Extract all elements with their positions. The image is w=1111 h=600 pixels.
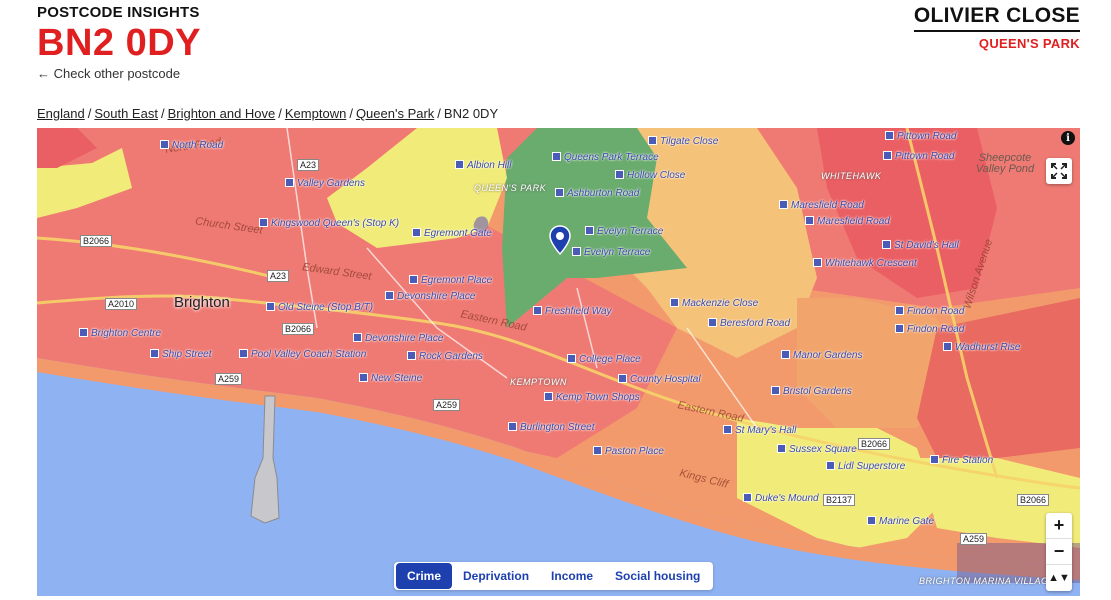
tab-deprivation[interactable]: Deprivation (452, 563, 540, 589)
bus-stop-findon-road-2[interactable]: Findon Road (895, 324, 964, 335)
bus-stop-fire-station[interactable]: Fire Station (930, 455, 993, 466)
road-label-a23-north: A23 (297, 159, 320, 171)
bus-stop-lidl-superstore[interactable]: Lidl Superstore (826, 461, 905, 472)
bus-stop-ashburton-road[interactable]: Ashburton Road (555, 188, 639, 199)
road-label-b2066-east: B2066 (858, 438, 891, 450)
info-icon[interactable]: i (1061, 131, 1075, 145)
road-label-b2137: B2137 (823, 494, 856, 506)
bus-stop-egremont-place[interactable]: Egremont Place (409, 275, 492, 286)
bus-stop-devonshire-place-2[interactable]: Devonshire Place (353, 333, 443, 344)
bus-stop-ship-street[interactable]: Ship Street (150, 349, 211, 360)
bus-stop-old-steine[interactable]: Old Steine (Stop B/T) (266, 302, 373, 313)
bus-stop-maresfield-road-1[interactable]: Maresfield Road (779, 200, 864, 211)
bus-stop-burlington-street[interactable]: Burlington Street (508, 422, 595, 433)
bus-stop-tilgate-close[interactable]: Tilgate Close (648, 136, 718, 147)
eyebrow-label: POSTCODE INSIGHTS (37, 4, 200, 21)
road-label-a259-centre: A259 (433, 399, 461, 411)
bus-stop-maresfield-road-2[interactable]: Maresfield Road (805, 216, 890, 227)
bus-stop-devonshire-place-1[interactable]: Devonshire Place (385, 291, 475, 302)
bus-stop-north-road[interactable]: North Road (160, 140, 223, 151)
bus-stop-mackenzie-close[interactable]: Mackenzie Close (670, 298, 758, 309)
road-label-b2066-far-east: B2066 (1017, 494, 1050, 506)
road-label-b2066-west: B2066 (80, 235, 113, 247)
bus-stop-marine-gate[interactable]: Marine Gate (867, 516, 934, 527)
bus-stop-valley-gardens[interactable]: Valley Gardens (285, 178, 365, 189)
bus-stop-rock-gardens[interactable]: Rock Gardens (407, 351, 483, 362)
header-left: POSTCODE INSIGHTS BN2 0DY ← Check other … (37, 4, 201, 83)
fullscreen-icon (1051, 163, 1067, 179)
breadcrumb-current: BN2 0DY (443, 106, 499, 121)
bus-stop-egremont-gate[interactable]: Egremont Gate (412, 228, 492, 239)
road-label-a259-east: A259 (960, 533, 988, 545)
bus-stop-findon-road-1[interactable]: Findon Road (895, 306, 964, 317)
zoom-controls: + − ▲▼ (1046, 513, 1072, 591)
bus-stop-manor-gardens[interactable]: Manor Gardens (781, 350, 862, 361)
zoom-out-button[interactable]: − (1046, 539, 1072, 565)
road-label-a259-west: A259 (215, 373, 243, 385)
breadcrumb-kemptown[interactable]: Kemptown (285, 106, 346, 121)
road-label-b2066-centre: B2066 (282, 323, 315, 335)
reset-north-button[interactable]: ▲▼ (1046, 565, 1072, 591)
road-label-a2010: A2010 (105, 298, 138, 310)
header-right: OLIVIER CLOSE QUEEN'S PARK (913, 4, 1080, 51)
bus-stop-college-place[interactable]: College Place (567, 354, 641, 365)
bus-stop-evelyn-terrace-2[interactable]: Evelyn Terrace (572, 247, 650, 258)
breadcrumb-brighton-and-hove[interactable]: Brighton and Hove (168, 106, 276, 121)
area-subtitle: QUEEN'S PARK (978, 36, 1080, 51)
road-label-a23-south: A23 (267, 270, 290, 282)
location-pin-icon[interactable] (549, 225, 571, 255)
bus-stop-albion-hill[interactable]: Albion Hill (455, 160, 511, 171)
tab-crime[interactable]: Crime (396, 563, 453, 589)
bus-stop-bristol-gardens[interactable]: Bristol Gardens (771, 386, 852, 397)
breadcrumb-south-east[interactable]: South East (94, 106, 158, 121)
place-label-whitehawk: WHITEHAWK (821, 171, 882, 181)
tab-income[interactable]: Income (540, 563, 604, 589)
bus-stop-pittown-road-south[interactable]: Pittown Road (883, 151, 954, 162)
crime-map[interactable]: Brighton QUEEN'S PARK WHITEHAWK KEMPTOWN… (37, 128, 1080, 596)
postcode-title: BN2 0DY (37, 22, 201, 64)
bus-stop-st-marys-hall[interactable]: St Mary's Hall (723, 425, 796, 436)
bus-stop-kingswood[interactable]: Kingswood Queen's (Stop K) (259, 218, 399, 229)
landmark-label-sheepcote: Sheepcote Valley Pond (975, 152, 1035, 175)
bus-stop-queens-park-terrace[interactable]: Queens Park Terrace (552, 152, 659, 163)
zoom-in-button[interactable]: + (1046, 513, 1072, 539)
street-title: OLIVIER CLOSE (913, 4, 1080, 32)
bus-stop-sussex-square[interactable]: Sussex Square (777, 444, 857, 455)
bus-stop-paston-place[interactable]: Paston Place (593, 446, 664, 457)
bus-stop-whitehawk-crescent[interactable]: Whitehawk Crescent (813, 258, 917, 269)
bus-stop-dukes-mound[interactable]: Duke's Mound (743, 493, 819, 504)
breadcrumb-queens-park[interactable]: Queen's Park (356, 106, 434, 121)
bus-stop-pool-valley[interactable]: Pool Valley Coach Station (239, 349, 366, 360)
bus-stop-beresford-road[interactable]: Beresford Road (708, 318, 790, 329)
metric-tabs: Crime Deprivation Income Social housing (394, 562, 714, 590)
breadcrumb-england[interactable]: England (37, 106, 85, 121)
bus-stop-freshfield-way[interactable]: Freshfield Way (533, 306, 612, 317)
bus-stop-county-hospital[interactable]: County Hospital (618, 374, 701, 385)
place-label-queens-park: QUEEN'S PARK (474, 183, 547, 193)
breadcrumb: England / South East / Brighton and Hove / Kem… (37, 106, 499, 121)
bus-stop-pittown-road-north[interactable]: Pittown Road (885, 131, 956, 142)
place-label-kemptown: KEMPTOWN (510, 377, 567, 387)
bus-stop-evelyn-terrace-1[interactable]: Evelyn Terrace (585, 226, 663, 237)
tab-social-housing[interactable]: Social housing (604, 563, 711, 589)
back-link[interactable]: ← Check other postcode (37, 66, 180, 81)
bus-stop-st-davids-hall[interactable]: St David's Hall (882, 240, 959, 251)
bus-stop-wadhurst-rise[interactable]: Wadhurst Rise (943, 342, 1020, 353)
bus-stop-brighton-centre[interactable]: Brighton Centre (79, 328, 161, 339)
fullscreen-button[interactable] (1046, 158, 1072, 184)
bus-stop-new-steine[interactable]: New Steine (359, 373, 422, 384)
place-label-brighton-marina: BRIGHTON MARINA VILLAGE (919, 576, 1056, 586)
bus-stop-hollow-close[interactable]: Hollow Close (615, 170, 685, 181)
town-label-brighton: Brighton (174, 294, 230, 311)
bus-stop-kemp-town-shops[interactable]: Kemp Town Shops (544, 392, 640, 403)
